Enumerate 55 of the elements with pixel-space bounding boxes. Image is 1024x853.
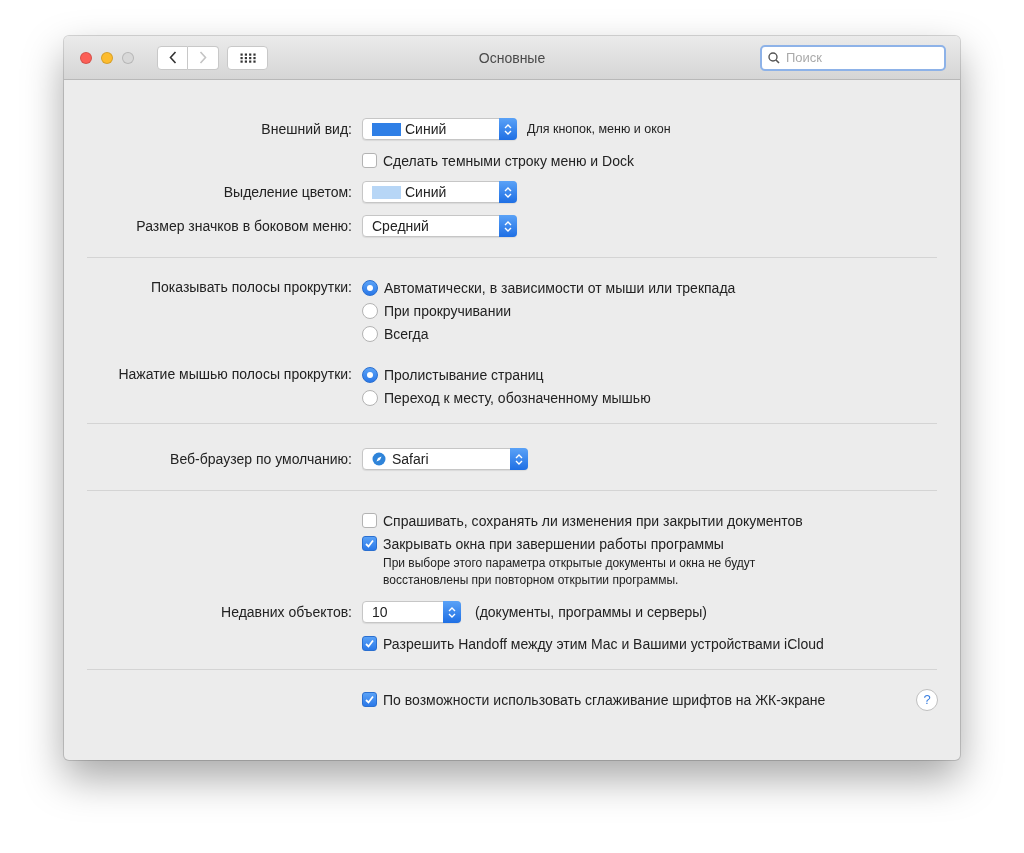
stepper-arrows-icon xyxy=(504,122,512,136)
checkbox[interactable] xyxy=(362,536,377,551)
checkbox[interactable] xyxy=(362,513,377,528)
stepper-arrows-icon xyxy=(504,185,512,199)
close-button[interactable] xyxy=(80,51,92,64)
chevron-left-icon xyxy=(168,51,177,64)
search-field[interactable]: Поиск xyxy=(760,44,946,71)
field-label: Выделение цветом: xyxy=(222,182,352,202)
popup-button[interactable]: Синий xyxy=(362,181,517,203)
stepper-arrows-icon xyxy=(504,219,512,233)
checkbox-label: Закрывать окна при завершении работы программы xyxy=(383,535,724,552)
radio-label: При прокручивании xyxy=(384,302,512,319)
field-label: Размер значков в боковом меню: xyxy=(135,216,352,236)
radio-label: Автоматически, в зависимости от мыши или трекпада xyxy=(384,279,736,296)
radio-label: Переход к месту, обозначенному мышью xyxy=(384,389,651,406)
checkbox-label: Спрашивать, сохранять ли изменения при закрытии документов xyxy=(383,512,803,529)
stepper-arrows-icon xyxy=(515,452,523,466)
radio-button[interactable] xyxy=(362,389,378,406)
radio-button[interactable] xyxy=(362,279,378,296)
field-label: Показывать полосы прокрутки: xyxy=(149,278,352,297)
field-label: Недавних объектов: xyxy=(220,602,352,622)
chevron-right-icon xyxy=(199,51,207,64)
radio-button[interactable] xyxy=(362,302,378,319)
checkmark-icon xyxy=(364,538,375,549)
field-label: Внешний вид: xyxy=(260,119,352,139)
grid-icon xyxy=(239,52,256,63)
description-text: При выборе этого параметра открытые документы и окна не будут восстановлены при повторном открытии программы. xyxy=(383,555,757,589)
checkbox[interactable] xyxy=(362,636,377,651)
field-label: Нажатие мышью полосы прокрутки: xyxy=(117,365,352,384)
popup-button[interactable]: Синий xyxy=(362,118,517,140)
popup-button[interactable]: Safari xyxy=(362,448,528,470)
radio-label: Всегда xyxy=(384,325,429,342)
field-label: Веб-браузер по умолчанию: xyxy=(169,449,352,469)
help-button[interactable]: ? xyxy=(916,688,938,711)
minimize-button[interactable] xyxy=(101,51,113,64)
window-title: Основные xyxy=(478,49,546,66)
checkbox-label: По возможности использовать сглаживание шрифтов на ЖК-экране xyxy=(383,691,826,708)
checkmark-icon xyxy=(364,638,375,649)
show-all-button[interactable] xyxy=(227,45,268,70)
compass-icon xyxy=(372,452,386,466)
hint-text: Для кнопок, меню и окон xyxy=(527,122,671,136)
checkbox-label: Сделать темными строку меню и Dock xyxy=(383,152,634,169)
checkbox[interactable] xyxy=(362,692,377,707)
checkmark-icon xyxy=(364,694,375,705)
checkbox[interactable] xyxy=(362,153,377,168)
checkbox-label: Разрешить Handoff между этим Mac и Вашими устройствами iCloud xyxy=(383,635,824,652)
radio-button[interactable] xyxy=(362,325,378,342)
popup-button[interactable]: Средний xyxy=(362,215,517,237)
popup-button[interactable]: 10 xyxy=(362,601,461,623)
radio-button[interactable] xyxy=(362,366,378,383)
hint-text: (документы, программы и серверы) xyxy=(475,604,708,620)
radio-label: Пролистывание страниц xyxy=(384,366,544,383)
stepper-arrows-icon xyxy=(448,605,456,619)
search-icon xyxy=(768,51,780,64)
back-button[interactable] xyxy=(157,45,188,70)
